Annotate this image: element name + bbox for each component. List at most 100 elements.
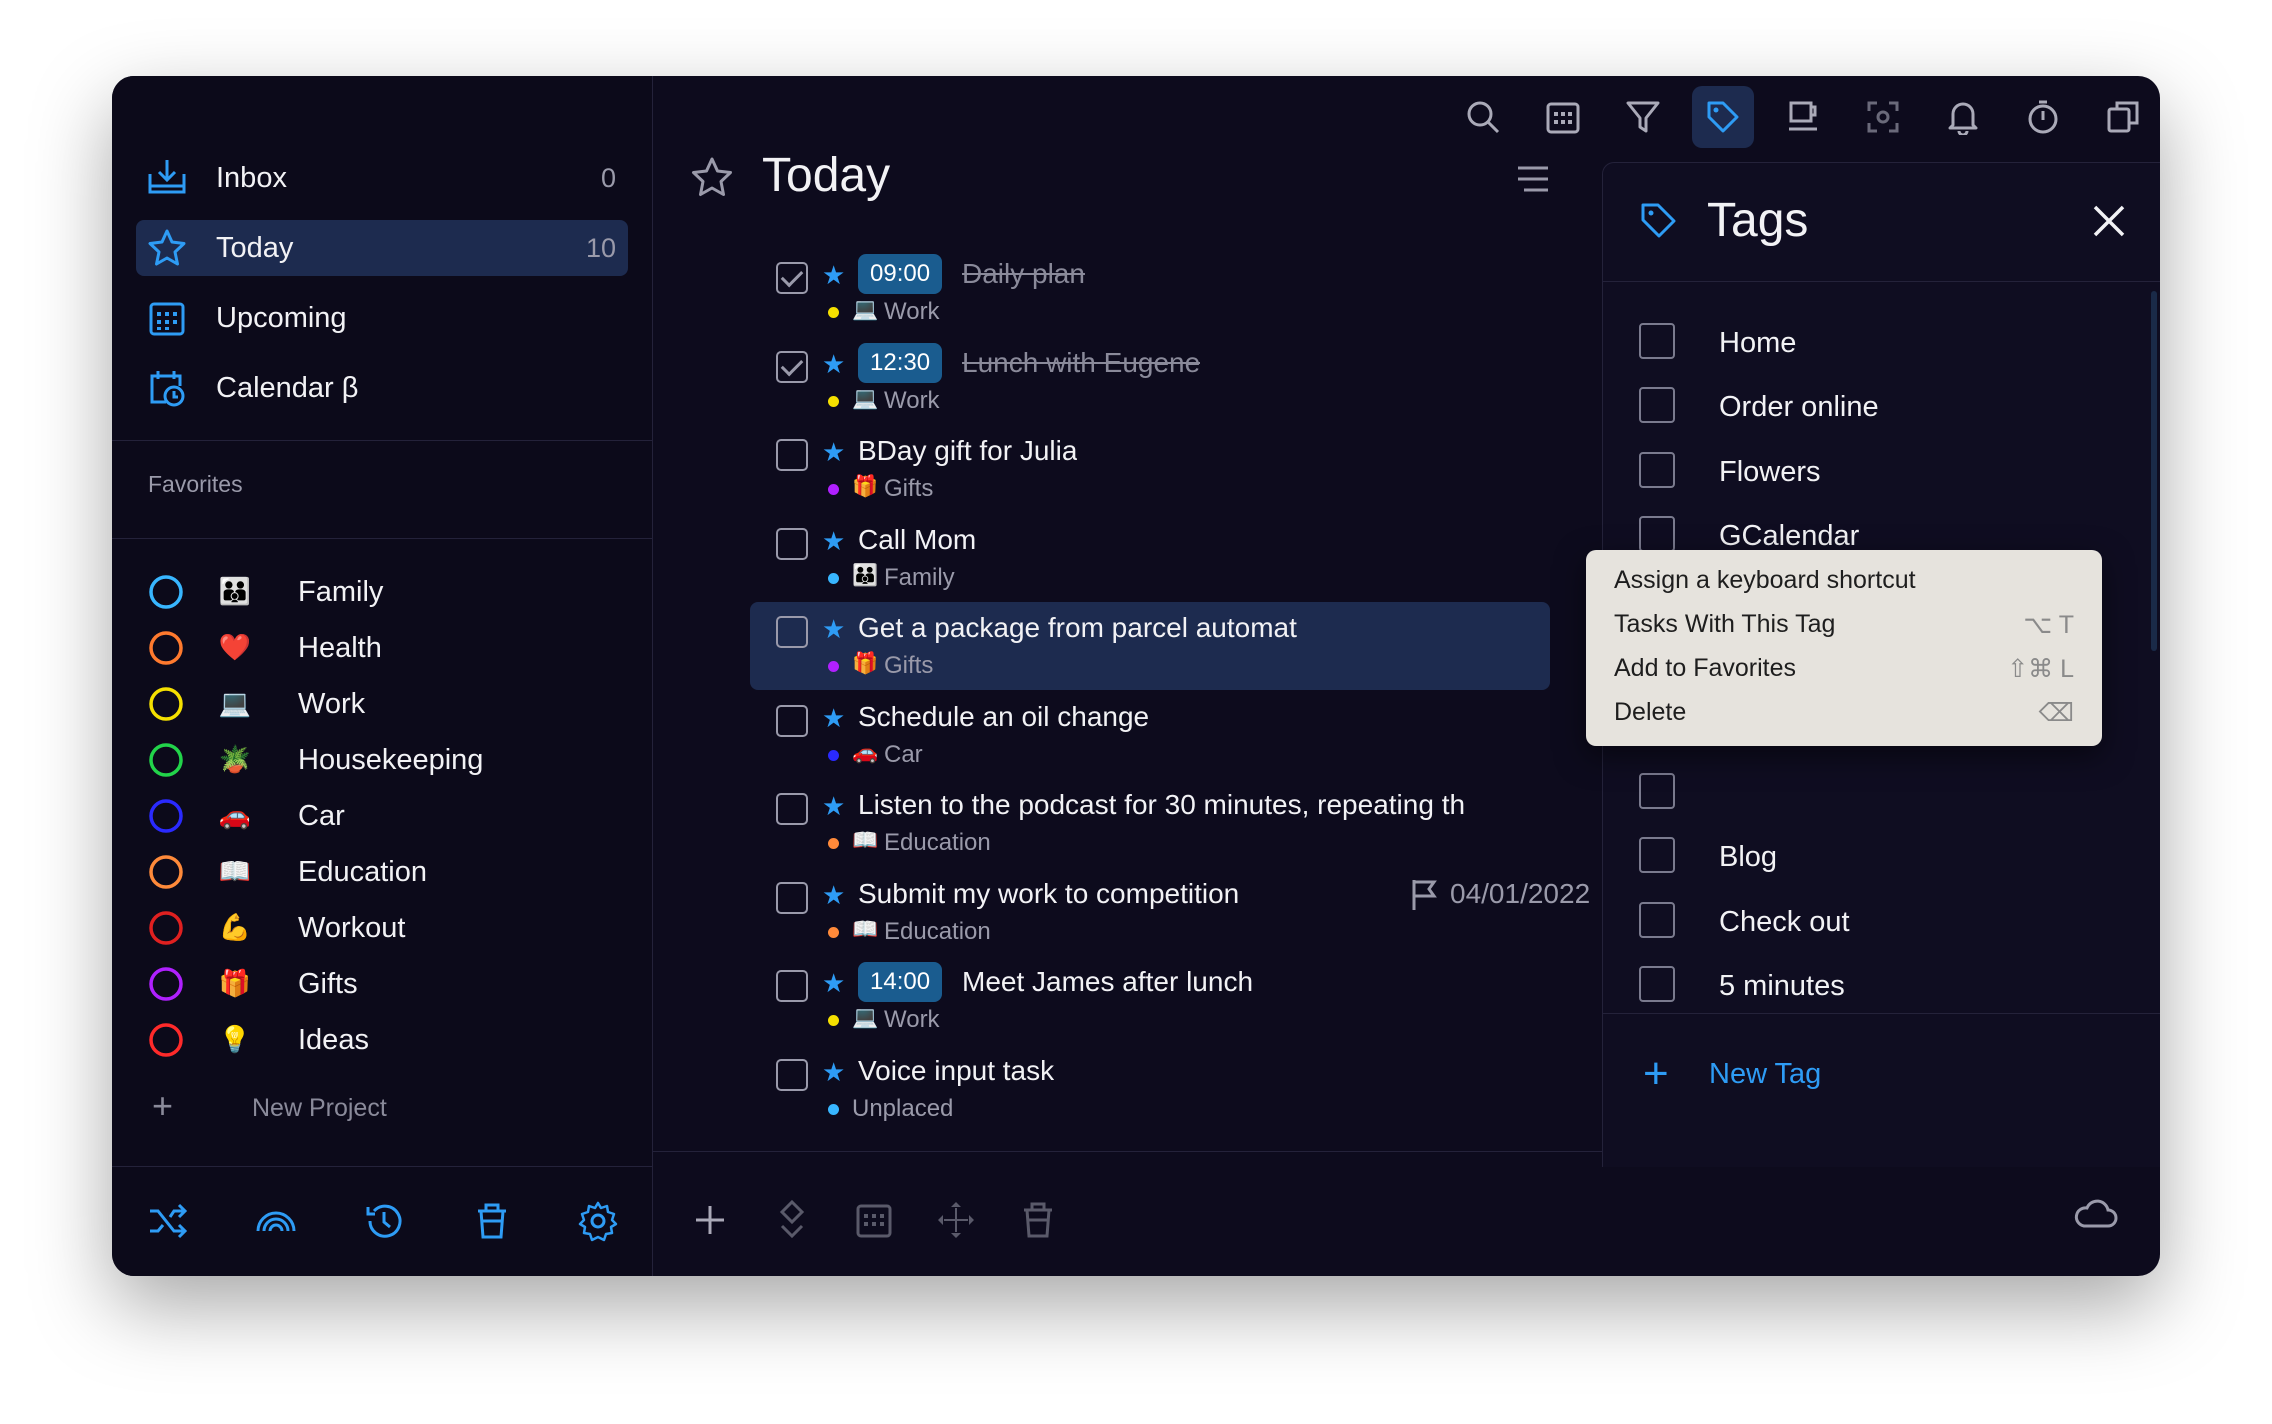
- tag-checkbox[interactable]: [1639, 901, 1675, 938]
- cup-icon[interactable]: [1772, 86, 1834, 148]
- focus-icon[interactable]: [1852, 86, 1914, 148]
- tag-checkbox[interactable]: [1639, 323, 1675, 359]
- cloud-sync-icon[interactable]: [2072, 1196, 2118, 1232]
- rainbow-icon[interactable]: [254, 1199, 298, 1243]
- star-icon: ★: [822, 968, 846, 998]
- trash-icon[interactable]: [470, 1199, 514, 1243]
- copy-icon[interactable]: [2092, 86, 2154, 148]
- history-icon[interactable]: [362, 1199, 406, 1243]
- calendar-icon[interactable]: [852, 1198, 896, 1242]
- tag-label: Order online: [1719, 391, 1879, 424]
- nav-item-upcoming[interactable]: Upcoming: [136, 290, 628, 346]
- priority-icon[interactable]: [770, 1198, 814, 1242]
- task-row[interactable]: ★ BDay gift for Julia 🎁 Gifts: [750, 425, 1550, 513]
- project-item[interactable]: 🪴 Housekeeping: [148, 736, 628, 788]
- tag-item[interactable]: [1639, 763, 2119, 819]
- project-ring-icon: [149, 743, 183, 777]
- nav-item-today[interactable]: Today 10: [136, 220, 628, 276]
- project-item[interactable]: 💻 Work: [148, 680, 628, 732]
- project-emoji-icon: 🎁: [852, 475, 879, 498]
- task-checkbox[interactable]: [776, 527, 808, 560]
- task-row[interactable]: ★ 14:00 Meet James after lunch 💻 Work: [750, 956, 1550, 1044]
- project-item[interactable]: ❤️ Health: [148, 624, 628, 676]
- project-emoji-icon: 🎁: [218, 968, 252, 998]
- tag-item[interactable]: 5 minutes: [1639, 956, 2119, 1012]
- tags-footer: + New Tag: [1603, 1013, 2160, 1167]
- project-item[interactable]: 🚗 Car: [148, 792, 628, 844]
- task-checkbox[interactable]: [776, 881, 808, 914]
- project-label: Car: [298, 800, 345, 832]
- calendar-icon[interactable]: [1532, 86, 1594, 148]
- tag-checkbox[interactable]: [1639, 773, 1675, 810]
- tag-checkbox[interactable]: [1639, 966, 1675, 1002]
- context-menu-item[interactable]: Add to Favorites ⇧⌘ L: [1614, 654, 2074, 694]
- trash-icon[interactable]: [1016, 1198, 1060, 1242]
- project-item[interactable]: 📖 Education: [148, 848, 628, 900]
- project-emoji-icon: 📖: [218, 856, 252, 886]
- tag-checkbox[interactable]: [1639, 387, 1675, 424]
- tag-item[interactable]: Blog: [1639, 827, 2119, 883]
- sidebar-toolbar: [112, 1166, 652, 1276]
- task-project: Gifts: [884, 475, 934, 502]
- calendar-clock-icon: [150, 371, 185, 407]
- task-row[interactable]: ★ 09:00 Daily plan 💻 Work: [750, 248, 1550, 336]
- tag-checkbox[interactable]: [1639, 515, 1675, 552]
- context-menu-item[interactable]: Tasks With This Tag ⌥ T: [1614, 610, 2074, 650]
- due-date: 04/01/2022: [1450, 877, 1591, 909]
- new-tag-button[interactable]: New Tag: [1709, 1058, 1821, 1091]
- project-item[interactable]: 👪 Family: [148, 568, 628, 620]
- tag-checkbox[interactable]: [1639, 451, 1675, 488]
- task-checkbox[interactable]: [776, 793, 808, 825]
- star-icon: ★: [822, 791, 846, 821]
- context-menu-item[interactable]: Assign a keyboard shortcut: [1614, 566, 2074, 606]
- timer-icon[interactable]: [2012, 86, 2074, 148]
- tag-item[interactable]: Order online: [1639, 377, 2119, 433]
- task-row[interactable]: ★ 12:30 Lunch with Eugene 💻 Work: [750, 337, 1550, 425]
- scrollbar[interactable]: [2151, 291, 2157, 651]
- move-icon[interactable]: [934, 1198, 978, 1242]
- nav-item-calendar[interactable]: Calendar β: [136, 360, 628, 416]
- project-label: Family: [298, 576, 384, 608]
- star-icon: ★: [822, 260, 846, 290]
- task-row[interactable]: ★ Schedule an oil change 🚗 Car: [750, 691, 1550, 779]
- time-badge: 12:30: [858, 342, 943, 383]
- project-item[interactable]: 💡 Ideas: [148, 1016, 628, 1068]
- project-label: Housekeeping: [298, 744, 484, 776]
- bell-icon[interactable]: [1932, 86, 1994, 148]
- task-title: Listen to the podcast for 30 minutes, re…: [858, 789, 1466, 820]
- task-checkbox[interactable]: [776, 262, 808, 294]
- project-item[interactable]: 🎁 Gifts: [148, 960, 628, 1012]
- gear-icon[interactable]: [576, 1199, 620, 1243]
- tag-item[interactable]: Home: [1639, 313, 2119, 369]
- tag-item[interactable]: Check out: [1639, 892, 2119, 948]
- task-row[interactable]: ★ Get a package from parcel automat 🎁 Gifts: [750, 602, 1550, 690]
- tag-checkbox[interactable]: [1639, 837, 1675, 874]
- task-row[interactable]: ★ Voice input task Unplaced: [750, 1045, 1550, 1133]
- project-item[interactable]: 💪 Workout: [148, 904, 628, 956]
- task-checkbox[interactable]: [776, 970, 808, 1002]
- task-row[interactable]: ★ Call Mom 👪 Family: [750, 514, 1550, 602]
- task-checkbox[interactable]: [776, 704, 808, 737]
- task-checkbox[interactable]: [776, 616, 808, 648]
- time-badge: 09:00: [858, 254, 943, 294]
- divider: [112, 538, 652, 539]
- tag-item[interactable]: Flowers: [1639, 442, 2119, 498]
- task-checkbox[interactable]: [776, 439, 808, 471]
- shuffle-icon[interactable]: [146, 1199, 190, 1243]
- task-checkbox[interactable]: [776, 350, 808, 383]
- nav-item-inbox[interactable]: Inbox 0: [136, 150, 628, 206]
- add-icon[interactable]: [688, 1198, 732, 1242]
- task-row[interactable]: ★ Listen to the podcast for 30 minutes, r…: [750, 779, 1550, 867]
- context-menu-item[interactable]: Delete ⌫: [1614, 698, 2074, 738]
- close-icon[interactable]: [2089, 201, 2129, 241]
- search-icon[interactable]: [1452, 86, 1514, 148]
- menu-item-shortcut: ⌥ T: [2023, 611, 2074, 639]
- new-project-button[interactable]: + New Project: [148, 1086, 548, 1130]
- star-outline-icon[interactable]: [690, 156, 734, 200]
- filter-icon[interactable]: [1612, 86, 1674, 148]
- project-emoji-icon: 🚗: [852, 740, 879, 764]
- tag-icon[interactable]: [1692, 86, 1754, 148]
- task-checkbox[interactable]: [776, 1058, 808, 1091]
- menu-lines-icon[interactable]: [1516, 162, 1550, 196]
- task-row[interactable]: ★ Submit my work to competition 📖 Education…: [750, 868, 1590, 956]
